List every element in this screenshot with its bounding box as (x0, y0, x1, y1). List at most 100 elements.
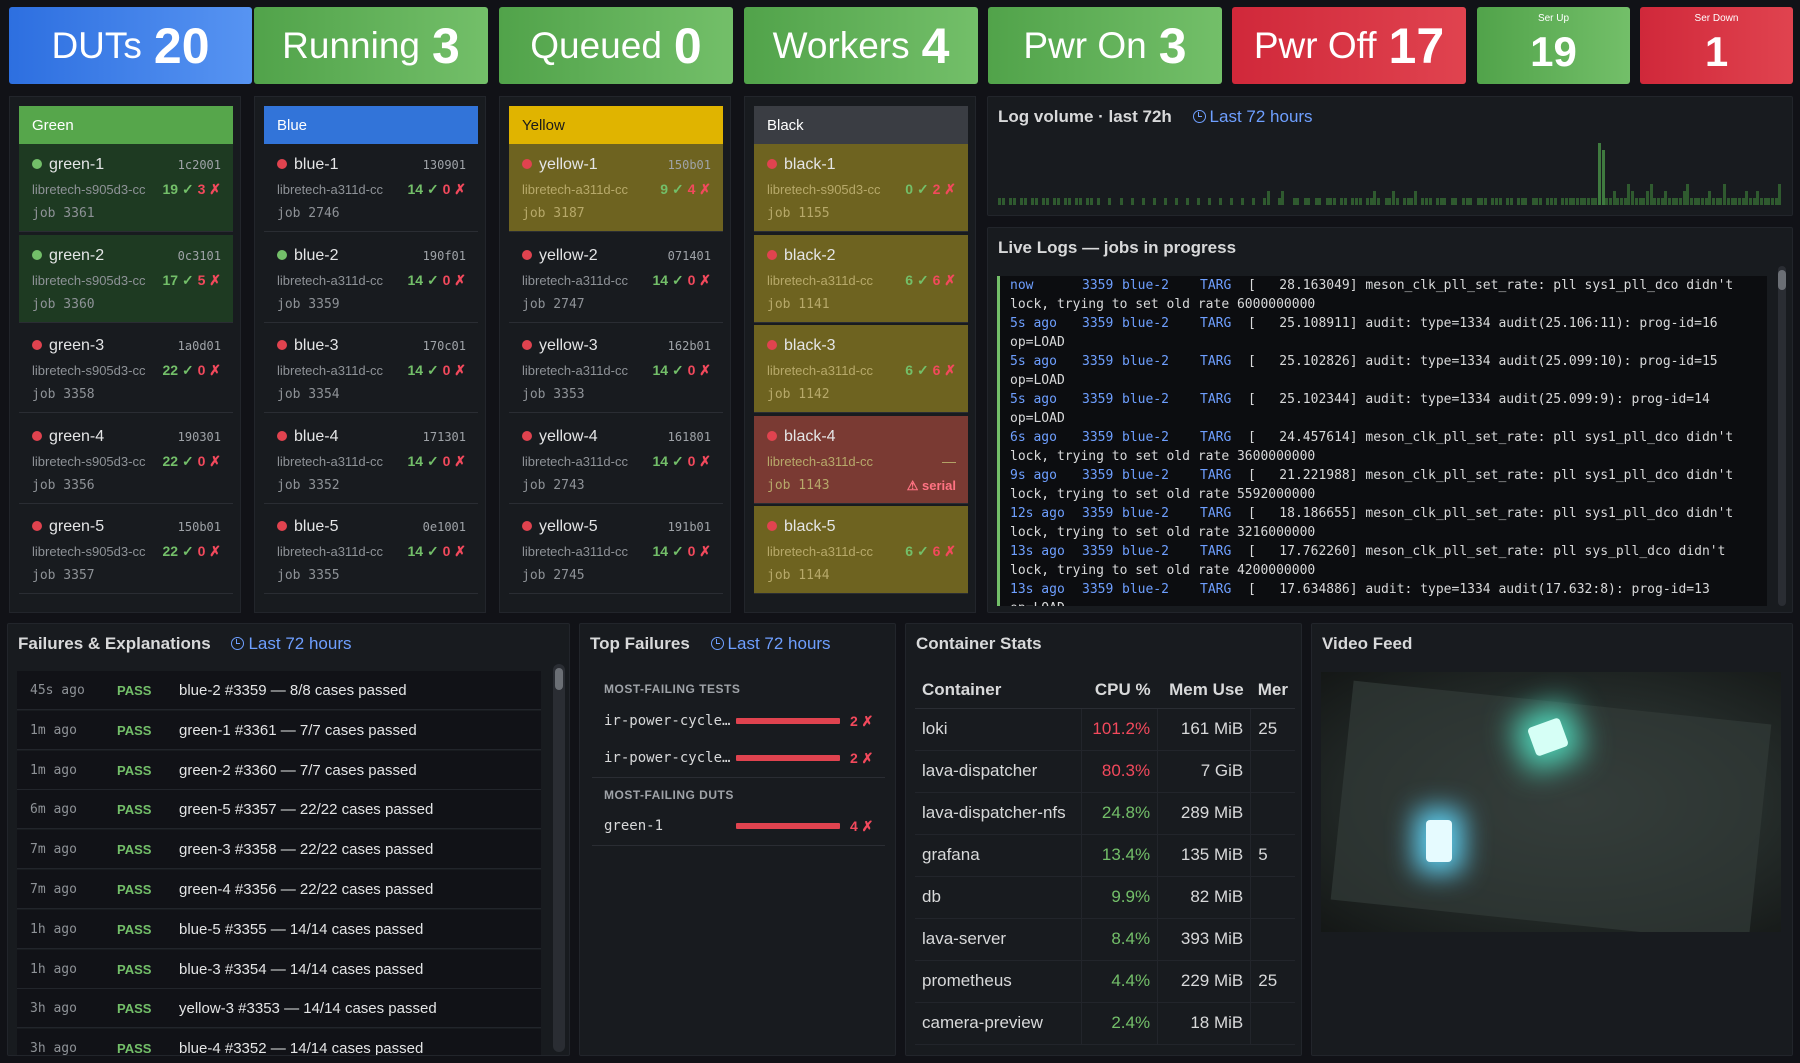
time-range-link[interactable]: Last 72 hours (710, 634, 831, 653)
failure-row[interactable]: 1h ago PASS blue-3 #3354 — 14/14 cases pas… (17, 949, 541, 989)
dut-fail-count: 0 ✗ (442, 543, 466, 559)
column-header[interactable]: Mer (1250, 672, 1295, 709)
container-row[interactable]: db 9.9% 82 MiB (915, 876, 1295, 919)
dut-serial: 150b01 (667, 158, 711, 172)
failure-status-badge: PASS (117, 762, 152, 778)
dut-card-black-3[interactable]: black-3 libretech-a311d-cc 6 ✓ 6 ✗ job 1142 (754, 325, 968, 413)
container-mem-limit (1250, 918, 1295, 961)
stat-pwr-off[interactable]: Pwr Off 17 (1232, 7, 1466, 84)
video-feed-image[interactable] (1321, 672, 1781, 932)
container-row[interactable]: lava-dispatcher-nfs 24.8% 289 MiB (915, 792, 1295, 835)
dut-platform: libretech-s905d3-cc (32, 272, 146, 288)
dut-job: job 3357 (32, 568, 95, 583)
dut-card-yellow-5[interactable]: yellow-5 191b01 libretech-a311d-cc 14 ✓ 0 ✗… (509, 506, 723, 594)
stat-workers[interactable]: Workers 4 (744, 7, 978, 84)
stat-queued[interactable]: Queued 0 (499, 7, 733, 84)
dut-serial: 190f01 (422, 248, 466, 263)
log-line: lock, trying to set old rate 3600000000 (1000, 447, 1767, 466)
log-dut: blue-2 (1122, 392, 1169, 407)
log-message: [ 25.108911] audit: type=1334 audit(25.1… (1248, 316, 1718, 331)
dut-job: job 3361 (32, 206, 95, 221)
log-volume-bar (1476, 198, 1480, 205)
dut-card-blue-4[interactable]: blue-4 171301 libretech-a311d-cc 14 ✓ 0 ✗ jo… (264, 415, 478, 504)
log-volume-bar (1539, 198, 1543, 205)
most-failing-tests-label: MOST-FAILING TESTS (604, 682, 741, 696)
dut-fail-count: 0 ✗ (197, 543, 221, 559)
log-volume-bar (1667, 198, 1671, 205)
dut-card-black-5[interactable]: black-5 libretech-a311d-cc 6 ✓ 6 ✗ job 1144 (754, 506, 968, 594)
group-header: Green (19, 106, 233, 144)
failure-time: 7m ago (30, 842, 77, 858)
stat-pwr-on[interactable]: Pwr On 3 (988, 7, 1222, 84)
failure-row[interactable]: 1m ago PASS green-1 #3361 — 7/7 cases pass… (17, 710, 541, 750)
dut-pass-count: 14 ✓ (407, 543, 439, 559)
time-range-link[interactable]: Last 72 hours (231, 634, 351, 653)
stat-ser-up[interactable]: Ser Up 19 (1477, 7, 1630, 84)
dut-card-green-3[interactable]: green-3 1a0d01 libretech-s905d3-cc 22 ✓ 0 ✗… (19, 325, 233, 413)
container-row[interactable]: lava-dispatcher 80.3% 7 GiB (915, 750, 1295, 793)
log-scrollbar[interactable] (1778, 266, 1786, 606)
status-dot-icon (32, 340, 42, 350)
stat-ser-down[interactable]: Ser Down 1 (1640, 7, 1793, 84)
failure-row[interactable]: 3h ago PASS blue-4 #3352 — 14/14 cases pas… (17, 1029, 541, 1055)
failure-row[interactable]: 45s ago PASS blue-2 #3359 — 8/8 cases pass… (17, 671, 541, 710)
dut-card-green-5[interactable]: green-5 150b01 libretech-s905d3-cc 22 ✓ 0 ✗… (19, 506, 233, 594)
dut-serial: 190301 (177, 429, 221, 444)
failing-test-row[interactable]: ir-power-cycle… 2 ✗ (604, 710, 874, 732)
log-volume-bar (1229, 198, 1233, 205)
container-row[interactable]: loki 101.2% 161 MiB 25 (915, 708, 1295, 751)
log-message: lock, trying to set old rate 3216000000 (1010, 525, 1316, 540)
dut-card-yellow-4[interactable]: yellow-4 161801 libretech-a311d-cc 14 ✓ 0 ✗… (509, 415, 723, 504)
log-volume-bar (1020, 198, 1024, 205)
log-volume-bar (1730, 198, 1734, 205)
failure-row[interactable]: 7m ago PASS green-4 #3356 — 22/22 cases pa… (17, 870, 541, 909)
container-row[interactable]: prometheus 4.4% 229 MiB 25 (915, 960, 1295, 1003)
failure-row[interactable]: 3h ago PASS yellow-3 #3353 — 14/14 cases p… (17, 989, 541, 1029)
dut-card-yellow-1[interactable]: yellow-1 150b01 libretech-a311d-cc 9 ✓ 4 ✗ j… (509, 144, 723, 232)
dut-name: black-4 (784, 427, 836, 445)
log-volume-bar (1045, 198, 1049, 205)
log-message: lock, trying to set old rate 3600000000 (1010, 449, 1316, 464)
log-volume-bar (1631, 191, 1635, 205)
dut-card-yellow-3[interactable]: yellow-3 162b01 libretech-a311d-cc 14 ✓ 0 ✗… (509, 325, 723, 413)
dut-platform: libretech-a311d-cc (277, 272, 383, 288)
failure-row[interactable]: 1m ago PASS green-2 #3360 — 7/7 cases pass… (17, 750, 541, 790)
dut-card-green-1[interactable]: green-1 1c2001 libretech-s905d3-cc 19 ✓ 3 ✗… (19, 144, 233, 232)
log-stream[interactable]: now 3359 blue-2 TARG [ 28.163049] meson_clk_… (997, 276, 1767, 606)
log-job: 3359 (1082, 582, 1114, 597)
dut-card-blue-5[interactable]: blue-5 0e1001 libretech-a311d-cc 14 ✓ 0 ✗ jo… (264, 506, 478, 594)
dut-platform: libretech-a311d-cc (277, 453, 383, 469)
column-header[interactable]: Mem Use (1157, 672, 1251, 709)
dut-fail-count: 0 ✗ (442, 271, 466, 288)
dut-record: 14 ✓ 0 ✗ (408, 181, 467, 198)
dut-card-blue-2[interactable]: blue-2 190f01 libretech-a311d-cc 14 ✓ 0 ✗ jo… (264, 234, 478, 323)
dut-card-yellow-2[interactable]: yellow-2 071401 libretech-a311d-cc 14 ✓ 0 ✗… (509, 234, 723, 323)
dut-card-black-1[interactable]: black-1 libretech-s905d3-cc 0 ✓ 2 ✗ job 115… (754, 144, 968, 232)
stat-duts[interactable]: DUTs 20 (9, 7, 252, 84)
log-volume-bar (1564, 198, 1568, 205)
log-volume-bar (1756, 191, 1760, 205)
dut-card-black-2[interactable]: black-2 libretech-a311d-cc 6 ✓ 6 ✗ job 1141 (754, 234, 968, 323)
dut-card-green-4[interactable]: green-4 190301 libretech-s905d3-cc 22 ✓ 0 ✗… (19, 415, 233, 504)
container-row[interactable]: camera-preview 2.4% 18 MiB (915, 1002, 1295, 1045)
time-range-link[interactable]: Last 72 hours (1192, 107, 1313, 126)
dut-card-green-2[interactable]: green-2 0c3101 libretech-s905d3-cc 17 ✓ 5 ✗… (19, 234, 233, 323)
failing-dut-row[interactable]: green-1 4 ✗ (604, 815, 874, 837)
dut-card-blue-3[interactable]: blue-3 170c01 libretech-a311d-cc 14 ✓ 0 ✗ jo… (264, 325, 478, 413)
container-row[interactable]: lava-server 8.4% 393 MiB (915, 918, 1295, 961)
failure-row[interactable]: 1h ago PASS blue-5 #3355 — 14/14 cases pas… (17, 909, 541, 949)
failure-message: green-2 #3360 — 7/7 cases passed (179, 761, 417, 779)
log-tag: TARG (1200, 468, 1232, 483)
failure-row[interactable]: 7m ago PASS green-3 #3358 — 22/22 cases pa… (17, 830, 541, 870)
log-volume-bar (1505, 198, 1509, 205)
column-header[interactable]: Container (915, 672, 1082, 709)
container-row[interactable]: grafana 13.4% 135 MiB 5 (915, 834, 1295, 877)
failure-row[interactable]: 6m ago PASS green-5 #3357 — 22/22 cases pa… (17, 790, 541, 830)
failures-scrollbar[interactable] (553, 664, 565, 1052)
column-header[interactable]: CPU % (1081, 672, 1158, 709)
stat-running[interactable]: Running 3 (254, 7, 488, 84)
dut-card-black-4[interactable]: black-4 libretech-a311d-cc — job 1143 ⚠ ser… (754, 415, 968, 504)
dut-card-blue-1[interactable]: blue-1 130901 libretech-a311d-cc 14 ✓ 0 ✗ jo… (264, 144, 478, 232)
failing-test-row[interactable]: ir-power-cycle… 2 ✗ (604, 747, 874, 769)
log-volume-bar (1682, 191, 1686, 205)
